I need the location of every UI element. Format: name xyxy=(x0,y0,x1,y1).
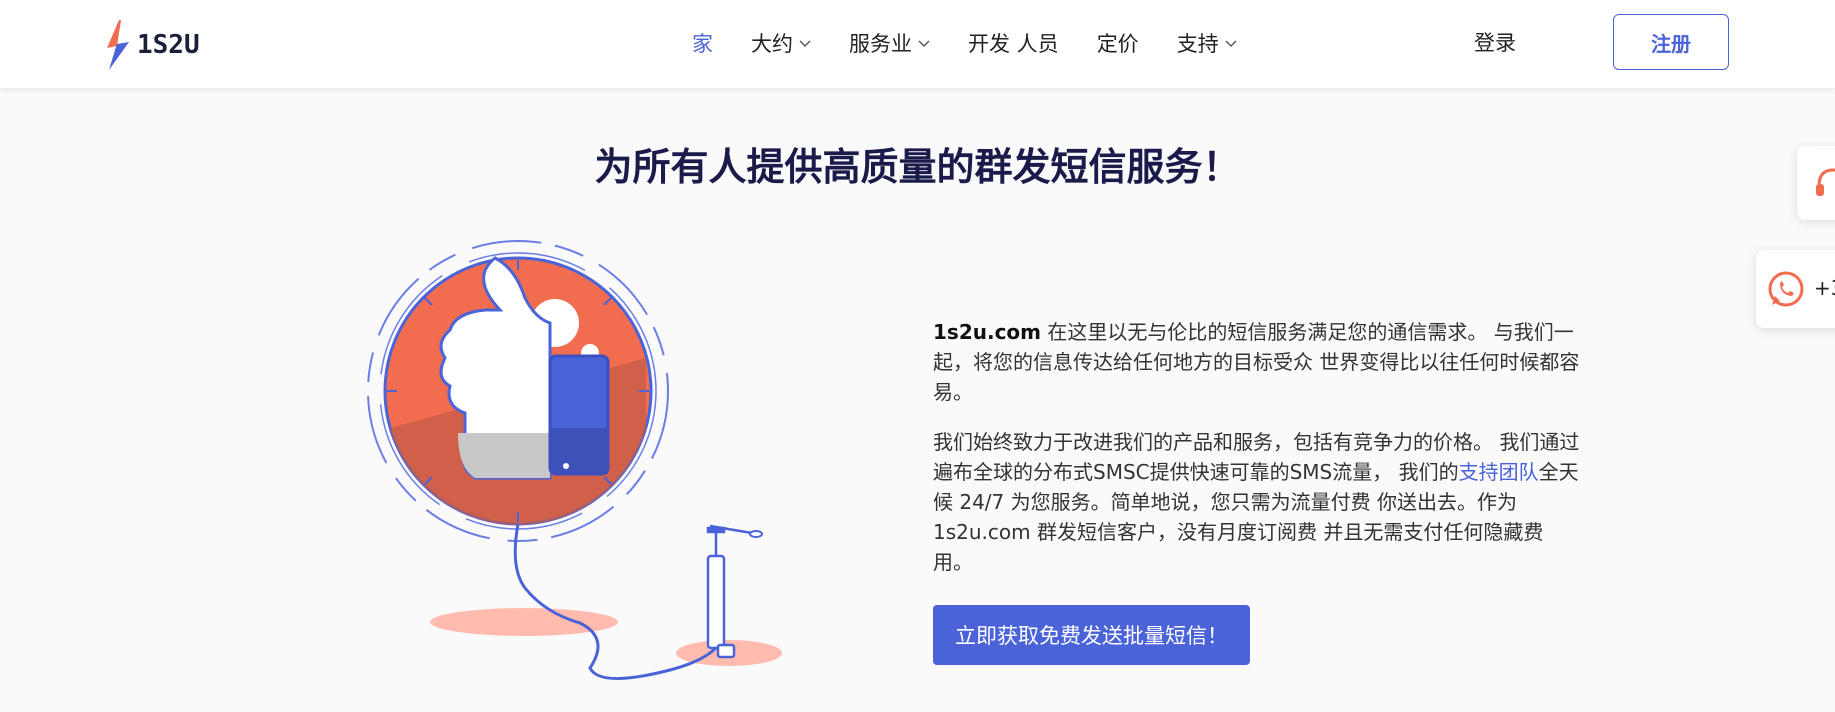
nav-item-about[interactable]: 大约 xyxy=(751,28,811,58)
login-link[interactable]: 登录 xyxy=(1474,27,1516,57)
nav-item-home[interactable]: 家 xyxy=(692,28,713,58)
whatsapp-icon xyxy=(1768,271,1804,307)
intro-paragraph-1: 1s2u.com 在这里以无与伦比的短信服务满足您的通信需求。 与我们一起，将您… xyxy=(933,317,1583,407)
headset-icon xyxy=(1816,168,1835,196)
nav-item-services[interactable]: 服务业 xyxy=(849,28,930,58)
support-team-link[interactable]: 支持团队 xyxy=(1459,460,1539,484)
page-title: 为所有人提供高质量的群发短信服务！ xyxy=(594,145,1241,189)
brand-name: 1s2u.com xyxy=(933,320,1042,344)
thumbs-up-balloon-illustration xyxy=(367,240,782,680)
site-header: 1S2U 家 大约 服务业 开发 人员 定价 支持 登录 注册 xyxy=(0,0,1835,89)
nav-label: 开发 人员 xyxy=(968,32,1059,56)
intro-text-column: 1s2u.com 在这里以无与伦比的短信服务满足您的通信需求。 与我们一起，将您… xyxy=(933,317,1583,665)
whatsapp-number: +3 xyxy=(1814,276,1835,300)
chevron-down-icon xyxy=(1225,40,1237,47)
free-trial-cta-button[interactable]: 立即获取免费发送批量短信！ xyxy=(933,605,1250,665)
nav-item-pricing[interactable]: 定价 xyxy=(1097,28,1139,58)
logo-text: 1S2U xyxy=(137,30,200,60)
lightning-bolt-icon xyxy=(107,20,129,70)
support-widget[interactable] xyxy=(1797,146,1835,220)
signup-button[interactable]: 注册 xyxy=(1613,14,1729,70)
chevron-down-icon xyxy=(918,40,930,47)
chevron-down-icon xyxy=(799,40,811,47)
nav-item-support[interactable]: 支持 xyxy=(1177,28,1237,58)
main-nav: 家 大约 服务业 开发 人员 定价 支持 xyxy=(692,26,1275,60)
nav-label: 家 xyxy=(692,32,713,56)
intro-paragraph-2: 我们始终致力于改进我们的产品和服务，包括有竞争力的价格。 我们通过遍布全球的分布… xyxy=(933,427,1583,577)
whatsapp-widget[interactable]: +3 xyxy=(1756,250,1835,328)
nav-label: 大约 xyxy=(751,32,793,56)
nav-label: 服务业 xyxy=(849,32,912,56)
logo[interactable]: 1S2U xyxy=(105,20,200,70)
nav-label: 定价 xyxy=(1096,32,1139,56)
nav-label: 支持 xyxy=(1176,32,1219,56)
nav-item-developers[interactable]: 开发 人员 xyxy=(968,28,1059,58)
